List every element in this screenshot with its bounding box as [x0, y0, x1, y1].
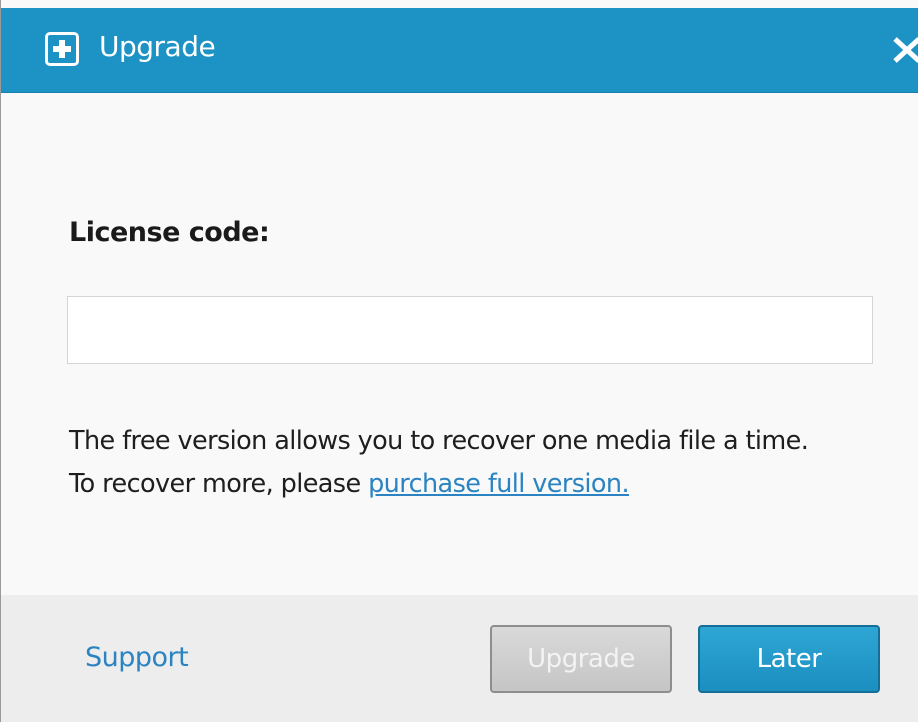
license-code-input[interactable] — [67, 296, 873, 364]
purchase-full-version-link[interactable]: purchase full version. — [368, 469, 629, 499]
info-line-2: To recover more, please purchase full ve… — [69, 463, 909, 506]
info-line-2-text: To recover more, please — [69, 469, 369, 499]
info-text: The free version allows you to recover o… — [69, 420, 909, 506]
upgrade-button[interactable]: Upgrade — [490, 625, 672, 693]
title-bar: Upgrade — [1, 8, 918, 93]
dialog-content: License code: The free version allows yo… — [1, 93, 918, 595]
support-link[interactable]: Support — [85, 642, 189, 673]
info-line-1: The free version allows you to recover o… — [69, 426, 809, 456]
license-code-label: License code: — [69, 217, 270, 248]
later-button[interactable]: Later — [698, 625, 880, 693]
upgrade-dialog: Upgrade License code: The free version a… — [0, 0, 918, 722]
dialog-title: Upgrade — [99, 30, 216, 63]
dialog-footer: Support Upgrade Later — [1, 595, 918, 722]
close-icon[interactable] — [889, 32, 918, 68]
plus-square-icon — [45, 32, 79, 66]
